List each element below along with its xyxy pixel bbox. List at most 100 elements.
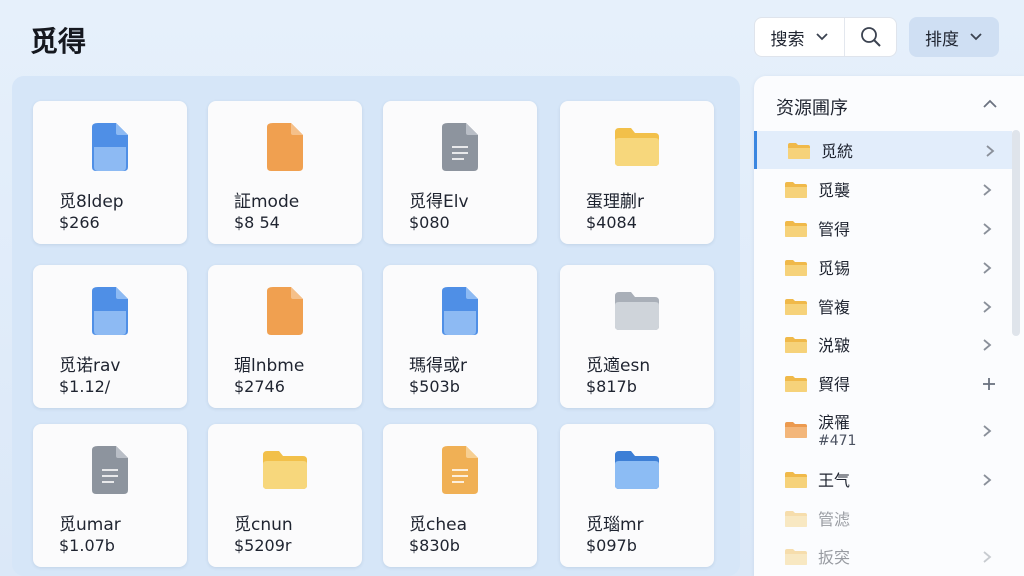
chevron-up-icon[interactable] [982,98,998,110]
document-icon [436,121,484,173]
file-price: $1.12/ [59,377,111,396]
chevron-down-icon [970,33,982,41]
file-name: 觅瑙mr [586,515,644,535]
file-price: $817b [586,377,637,396]
file-name: 觅8ldep [59,192,124,212]
folder-icon [784,375,808,397]
file-price: $1.07b [59,536,115,555]
document-icon [261,285,309,337]
file-price: $4084 [586,213,637,232]
file-card[interactable]: 証mode $8 54 [208,101,362,244]
file-price: $830b [409,536,460,555]
chevron-right-icon[interactable] [985,143,995,162]
file-card[interactable]: 瑪得或r $503b [383,265,537,408]
file-card[interactable]: 觅cnun $5209r [208,424,362,567]
document-icon [86,121,134,173]
file-name: 觅诺rav [59,356,121,376]
tree-item-label: 觅锡 [818,259,851,278]
tree-item[interactable]: 觅锡 [754,248,1012,286]
file-card[interactable]: 蛋理蒯r $4084 [560,101,714,244]
file-name: 瑂lnbme [234,356,305,376]
file-card[interactable]: 觅umar $1.07b [33,424,187,567]
resource-tree-panel: 资源圃序 觅統 觅襲 管得 觅锡 管複 涚皲 貿得 淚罹 #471 王气 管滤 扳突 [754,76,1024,576]
file-price: $080 [409,213,450,232]
folder-icon [784,259,808,281]
folder-icon [784,336,808,358]
document-icon [436,444,484,496]
search-dropdown[interactable]: 搜索 [755,18,845,56]
tree-item[interactable]: 淚罹 #471 [754,403,1012,457]
folder-icon [784,220,808,242]
tree-item-label: 貿得 [818,375,851,394]
tree-scrollbar[interactable] [1012,130,1020,336]
tree-item[interactable]: 觅統 [754,131,1012,169]
file-card[interactable]: 觅適esn $817b [560,265,714,408]
file-card[interactable]: 觅得Elv $080 [383,101,537,244]
file-name: 証mode [234,192,300,212]
folder-icon [261,444,309,496]
folder-icon [784,548,808,570]
tree-item[interactable]: 觅襲 [754,170,1012,208]
file-name: 觅cnun [234,515,293,535]
file-card[interactable]: 觅8ldep $266 [33,101,187,244]
folder-icon [613,121,661,173]
file-price: $266 [59,213,100,232]
tree-item-label: 管得 [818,220,851,239]
chevron-right-icon[interactable] [982,182,992,201]
tree-item-sub: #471 [818,433,857,449]
document-icon [261,121,309,173]
tree-item[interactable]: 扳突 [754,537,1012,575]
file-card[interactable]: 觅chea $830b [383,424,537,567]
file-price: $097b [586,536,637,555]
tree-item-label: 觅襲 [818,181,851,200]
document-icon [436,285,484,337]
tree-item-label: 管複 [818,298,851,317]
document-icon [86,444,134,496]
tree-item-label: 管滤 [818,510,851,529]
file-card[interactable]: 觅瑙mr $097b [560,424,714,567]
chevron-right-icon[interactable] [982,337,992,356]
file-price: $2746 [234,377,285,396]
tree-item[interactable]: 管複 [754,287,1012,325]
tree-item-label: 涚皲 [818,336,851,355]
tree-item-label: 淚罹 [818,413,851,432]
chevron-right-icon[interactable] [982,549,992,568]
chevron-right-icon[interactable] [982,299,992,318]
tree-item[interactable]: 管得 [754,209,1012,247]
file-name: 觅umar [59,515,121,535]
chevron-right-icon[interactable] [982,221,992,240]
file-price: $5209r [234,536,292,555]
chevron-down-icon [815,33,828,41]
sort-label: 排度 [925,29,959,50]
tree-item[interactable]: 王气 [754,460,1012,498]
file-card[interactable]: 瑂lnbme $2746 [208,265,362,408]
plus-icon[interactable] [982,376,996,395]
search-button[interactable] [845,18,896,56]
tree-item-label: 王气 [818,471,851,490]
file-name: 觅適esn [586,356,651,376]
folder-icon [613,285,661,337]
file-name: 瑪得或r [409,356,467,376]
chevron-right-icon[interactable] [982,423,992,442]
chevron-right-icon[interactable] [982,260,992,279]
chevron-right-icon[interactable] [982,472,992,491]
file-price: $503b [409,377,460,396]
file-price: $8 54 [234,213,280,232]
tree-item[interactable]: 涚皲 [754,325,1012,363]
folder-icon [784,298,808,320]
tree-item-label: 觅統 [821,142,854,161]
tree-item[interactable]: 管滤 [754,499,1012,537]
tree-item[interactable]: 貿得 [754,364,1012,402]
tree-item-label: 扳突 [818,548,851,567]
file-name: 蛋理蒯r [586,192,644,212]
folder-icon [784,471,808,493]
search-icon [860,27,881,47]
folder-icon [784,421,808,443]
sort-button[interactable]: 排度 [909,17,999,57]
file-card[interactable]: 觅诺rav $1.12/ [33,265,187,408]
folder-icon [784,510,808,532]
folder-icon [787,142,811,164]
document-icon [86,285,134,337]
file-name: 觅chea [409,515,467,535]
folder-icon [784,181,808,203]
